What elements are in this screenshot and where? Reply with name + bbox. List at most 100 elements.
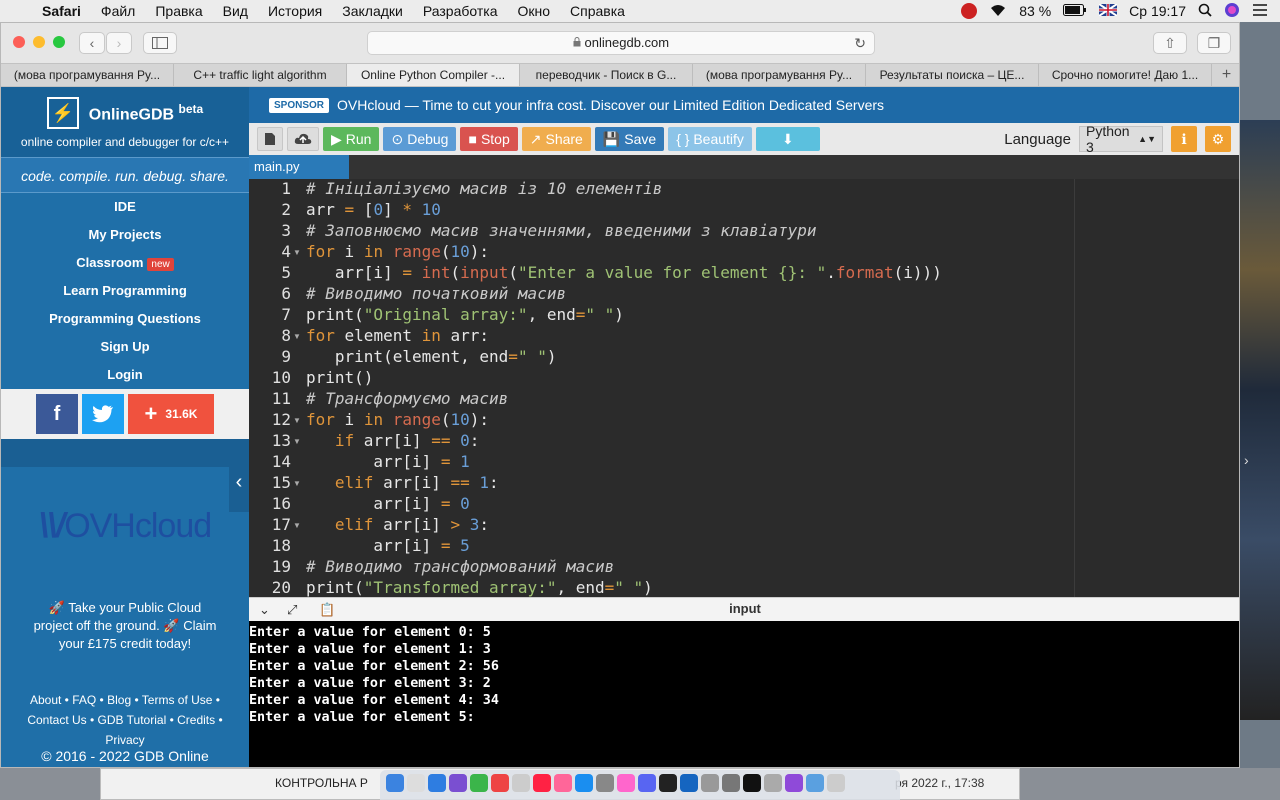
app3-icon[interactable] bbox=[785, 774, 803, 792]
save-button[interactable]: 💾 Save bbox=[594, 127, 665, 151]
tabs-overview-icon[interactable]: ❐ bbox=[1197, 32, 1231, 54]
code-line[interactable]: for i in range(10): bbox=[306, 242, 489, 261]
new-file-icon[interactable] bbox=[257, 127, 283, 151]
collapse-sidebar-chevron-icon[interactable]: ‹ bbox=[229, 452, 249, 512]
siri-icon[interactable] bbox=[1224, 2, 1240, 21]
utility-icon[interactable] bbox=[722, 774, 740, 792]
zoom-window-button[interactable] bbox=[53, 36, 65, 48]
twitter-icon[interactable] bbox=[82, 394, 124, 434]
spotlight-search-icon[interactable] bbox=[1198, 3, 1212, 20]
sponsor-banner[interactable]: SPONSOR OVHcloud — Time to cut your infr… bbox=[249, 87, 1239, 123]
terminal-icon[interactable] bbox=[659, 774, 677, 792]
browser-tab[interactable]: Результаты поиска – ЦЕ... bbox=[866, 64, 1039, 86]
run-button[interactable]: ▶ Run bbox=[323, 127, 380, 151]
browser-tab[interactable]: C++ traffic light algorithm bbox=[174, 64, 347, 86]
browser-tab[interactable]: (мова програмування Py... bbox=[693, 64, 866, 86]
code-line[interactable]: if arr[i] == 0: bbox=[306, 431, 480, 450]
footer-terms[interactable]: Terms of Use bbox=[142, 693, 213, 707]
epic-games-icon[interactable] bbox=[743, 774, 761, 792]
promo-text[interactable]: 🚀 Take your Public Cloud project off the… bbox=[31, 599, 219, 653]
browser-tab[interactable]: Срочно помогите! Даю 1... bbox=[1039, 64, 1212, 86]
nav-programming-questions[interactable]: Programming Questions bbox=[1, 305, 249, 333]
share-icon[interactable]: ⇧ bbox=[1153, 32, 1187, 54]
flag-uk-icon[interactable] bbox=[1098, 3, 1118, 19]
nav-ide[interactable]: IDE bbox=[1, 193, 249, 221]
code-line[interactable]: arr[i] = 5 bbox=[306, 536, 469, 555]
trash-icon[interactable] bbox=[827, 774, 845, 792]
gear-icon[interactable]: ⚙ bbox=[1205, 126, 1231, 152]
debug-button[interactable]: ⊙ Debug bbox=[383, 127, 457, 151]
footer-credits[interactable]: Credits bbox=[177, 713, 215, 727]
notification-center-icon[interactable] bbox=[1252, 3, 1268, 20]
menu-app-name[interactable]: Safari bbox=[36, 3, 91, 19]
address-bar[interactable]: onlinegdb.com ↻ bbox=[367, 31, 875, 55]
footer-faq[interactable]: FAQ bbox=[72, 693, 96, 707]
info-icon[interactable]: ℹ bbox=[1171, 126, 1197, 152]
nav-classroom[interactable]: Classroom new bbox=[1, 249, 249, 277]
nav-login[interactable]: Login bbox=[1, 361, 249, 389]
footer-contact[interactable]: Contact Us bbox=[27, 713, 86, 727]
music-icon[interactable] bbox=[533, 774, 551, 792]
safari-icon[interactable] bbox=[428, 774, 446, 792]
beautify-button[interactable]: { } Beautify bbox=[668, 127, 752, 151]
browser-tab[interactable]: переводчик - Поиск в G... bbox=[520, 64, 693, 86]
app-icon[interactable] bbox=[449, 774, 467, 792]
forward-button[interactable]: › bbox=[106, 32, 132, 54]
console-output[interactable]: Enter a value for element 0: 5 Enter a va… bbox=[249, 621, 1239, 767]
facebook-icon[interactable]: f bbox=[36, 394, 78, 434]
appstore-icon[interactable] bbox=[575, 774, 593, 792]
sidebar-toggle-button[interactable] bbox=[143, 32, 177, 54]
vscode-icon[interactable] bbox=[680, 774, 698, 792]
code-line[interactable]: print(element, end=" ") bbox=[306, 347, 557, 366]
fold-arrow-icon[interactable]: ▼ bbox=[293, 479, 301, 488]
footer-privacy[interactable]: Privacy bbox=[105, 733, 144, 747]
clock[interactable]: Ср 19:17 bbox=[1129, 3, 1186, 19]
language-select[interactable]: Python 3 ▲▼ bbox=[1079, 123, 1163, 155]
menu-edit[interactable]: Правка bbox=[145, 3, 212, 19]
browser-tab[interactable]: (мова програмування Py... bbox=[1, 64, 174, 86]
fold-arrow-icon[interactable]: ▼ bbox=[293, 248, 301, 257]
code-line[interactable]: # Трансформуємо масив bbox=[306, 389, 508, 408]
share-button[interactable]: ↗ Share bbox=[521, 127, 591, 151]
code-line[interactable]: # Заповнюємо масив значеннями, введеними… bbox=[306, 221, 817, 240]
brand-header[interactable]: ⚡ OnlineGDB beta online compiler and deb… bbox=[1, 87, 249, 157]
menu-bookmarks[interactable]: Закладки bbox=[332, 3, 413, 19]
photos-icon[interactable] bbox=[617, 774, 635, 792]
stop-button[interactable]: ■ Stop bbox=[460, 127, 518, 151]
finder-icon[interactable] bbox=[386, 774, 404, 792]
fold-arrow-icon[interactable]: ▼ bbox=[293, 521, 301, 530]
code-line[interactable]: for i in range(10): bbox=[306, 410, 489, 429]
messages-icon[interactable] bbox=[470, 774, 488, 792]
doc-icon[interactable] bbox=[407, 774, 425, 792]
battery-percent[interactable]: 83 % bbox=[1019, 3, 1051, 19]
footer-about[interactable]: About bbox=[30, 693, 61, 707]
code-line[interactable]: print("Original array:", end=" ") bbox=[306, 305, 624, 324]
fold-arrow-icon[interactable]: ▼ bbox=[293, 332, 301, 341]
code-line[interactable]: # Виводимо початковий масив bbox=[306, 284, 566, 303]
minimize-window-button[interactable] bbox=[33, 36, 45, 48]
menu-window[interactable]: Окно bbox=[507, 3, 560, 19]
podcasts-icon[interactable] bbox=[554, 774, 572, 792]
file-tab-main-py[interactable]: main.py bbox=[249, 155, 349, 179]
code-line[interactable]: arr[i] = int(input("Enter a value for el… bbox=[306, 263, 942, 282]
code-editor[interactable]: 1 2 3 4 ▼ 5 6 7 8 ▼ 9 10 11 12 ▼ 13 ▼ 14 15 ▼ 16 17 ▼ 18 19 20 # … bbox=[249, 179, 1239, 597]
footer-blog[interactable]: Blog bbox=[107, 693, 131, 707]
code-line[interactable]: arr[i] = 1 bbox=[306, 452, 469, 471]
code-line[interactable]: elif arr[i] == 1: bbox=[306, 473, 499, 492]
share-count-button[interactable]: +31.6K bbox=[128, 394, 214, 434]
notification-icon[interactable] bbox=[961, 3, 978, 19]
battery-icon[interactable] bbox=[1063, 3, 1087, 19]
calendar-icon[interactable] bbox=[491, 774, 509, 792]
upload-icon[interactable] bbox=[287, 127, 319, 151]
code-line[interactable]: for element in arr: bbox=[306, 326, 489, 345]
reload-icon[interactable]: ↻ bbox=[854, 32, 866, 54]
notes-icon[interactable] bbox=[512, 774, 530, 792]
back-button[interactable]: ‹ bbox=[79, 32, 105, 54]
fold-arrow-icon[interactable]: ▼ bbox=[293, 437, 301, 446]
nav-sign-up[interactable]: Sign Up bbox=[1, 333, 249, 361]
footer-gdb-tutorial[interactable]: GDB Tutorial bbox=[98, 713, 167, 727]
code-line[interactable]: elif arr[i] > 3: bbox=[306, 515, 489, 534]
menu-view[interactable]: Вид bbox=[213, 3, 258, 19]
wifi-icon[interactable] bbox=[989, 3, 1007, 20]
code-line[interactable]: print() bbox=[306, 368, 373, 387]
